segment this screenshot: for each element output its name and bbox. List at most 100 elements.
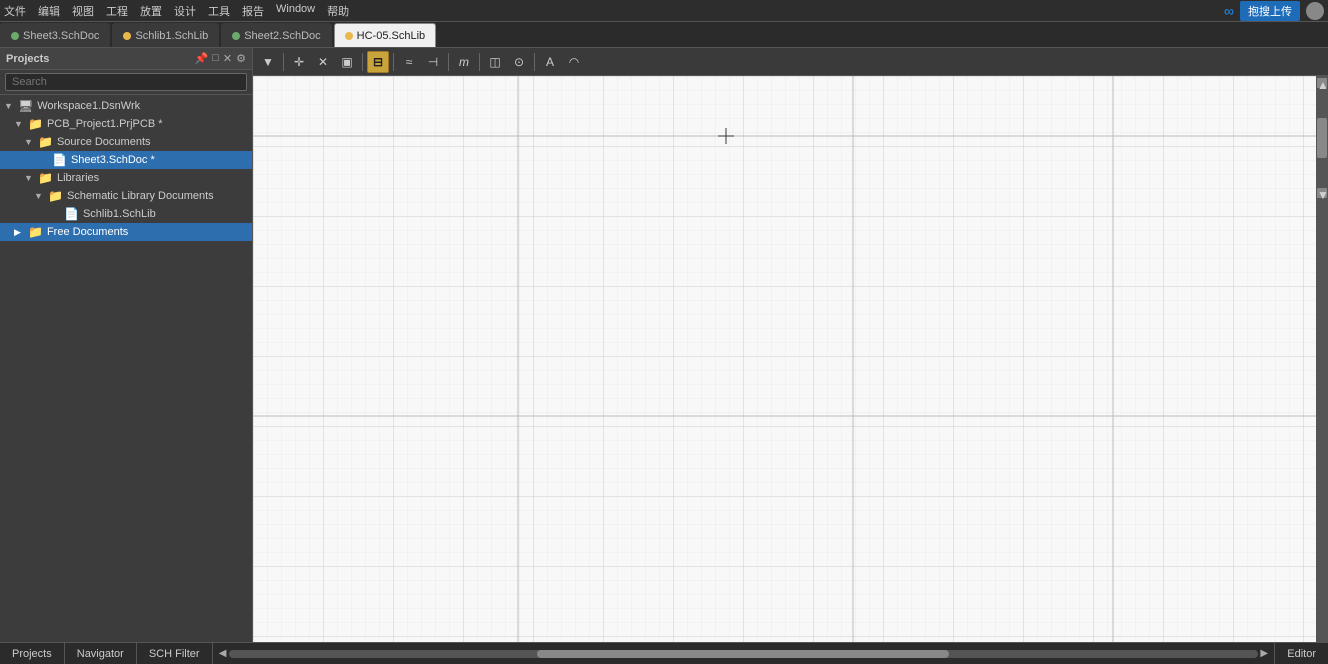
gear-icon[interactable]: ⚙ <box>236 52 246 65</box>
infinity-icon: ∞ <box>1224 3 1234 19</box>
text-button[interactable]: A <box>539 51 561 73</box>
tab-schlib1[interactable]: Schlib1.SchLib <box>112 23 219 47</box>
close-icon[interactable]: ✕ <box>223 52 232 65</box>
vertical-scrollbar[interactable]: ▲ ▼ <box>1316 76 1328 642</box>
filter-button[interactable]: ▼ <box>257 51 279 73</box>
menu-help[interactable]: 帮助 <box>327 3 349 19</box>
remove-button[interactable]: ✕ <box>312 51 334 73</box>
power-button[interactable]: m <box>453 51 475 73</box>
bottom-tab-navigator[interactable]: Navigator <box>65 643 137 664</box>
h-scrollbar-container: ◀ ▶ <box>213 643 1275 664</box>
tab-dot-schlib1 <box>123 32 131 40</box>
add-button[interactable]: ✛ <box>288 51 310 73</box>
bottom-area: Projects Navigator SCH Filter ◀ ▶ Editor <box>0 642 1328 664</box>
tab-label-sheet2: Sheet2.SchDoc <box>244 30 320 42</box>
pin-icon[interactable]: 📌 <box>195 52 209 65</box>
tab-sheet2[interactable]: Sheet2.SchDoc <box>221 23 331 47</box>
upload-button[interactable]: 抱搜上传 <box>1240 1 1300 21</box>
tab-label-sheet3: Sheet3.SchDoc <box>23 30 99 42</box>
h-scroll-right[interactable]: ▶ <box>1258 648 1270 660</box>
expand-icon[interactable]: □ <box>212 52 219 65</box>
tree-item-sheet3[interactable]: 📄 Sheet3.SchDoc * <box>0 151 252 169</box>
tree-item-schlib1[interactable]: 📄 Schlib1.SchLib <box>0 205 252 223</box>
wire-button[interactable]: ⊟ <box>367 51 389 73</box>
menu-items[interactable]: 文件 编辑 视图 工程 放置 设计 工具 报告 Window 帮助 <box>4 3 349 19</box>
no-erc-button[interactable]: ◫ <box>484 51 506 73</box>
schlib-docs-icon: 📁 <box>48 189 63 203</box>
menu-reports[interactable]: 报告 <box>242 3 264 19</box>
pcb-project-label: PCB_Project1.PrjPCB * <box>47 118 163 130</box>
schlib-docs-arrow: ▼ <box>34 191 44 201</box>
menu-view[interactable]: 视图 <box>72 3 94 19</box>
tree-item-workspace[interactable]: ▼ 🖥 Workspace1.DsnWrk <box>0 97 252 115</box>
canvas-row: ▲ ▼ <box>253 76 1328 642</box>
menu-window[interactable]: Window <box>276 3 315 19</box>
source-docs-label: Source Documents <box>57 136 151 148</box>
toolbar: ▼ ✛ ✕ ▣ ⊟ ≈ ⊣ m ◫ ⊙ A ◠ <box>253 48 1328 76</box>
tree-item-pcb-project[interactable]: ▼ 📁 PCB_Project1.PrjPCB * <box>0 115 252 133</box>
separator-6 <box>534 53 535 71</box>
schematic-canvas[interactable] <box>253 76 1316 642</box>
probe-button[interactable]: ⊙ <box>508 51 530 73</box>
tab-dot-hc05 <box>345 32 353 40</box>
main-layout: Projects 📌 □ ✕ ⚙ ▼ 🖥 Workspace1.DsnWrk ▼… <box>0 48 1328 642</box>
schlib1-label: Schlib1.SchLib <box>83 208 156 220</box>
menu-place[interactable]: 放置 <box>140 3 162 19</box>
workspace-arrow: ▼ <box>4 101 14 111</box>
menu-project[interactable]: 工程 <box>106 3 128 19</box>
menu-file[interactable]: 文件 <box>4 3 26 19</box>
tab-label-schlib1: Schlib1.SchLib <box>135 30 208 42</box>
avatar[interactable] <box>1306 2 1324 20</box>
component-button[interactable]: ▣ <box>336 51 358 73</box>
tree-item-libraries[interactable]: ▼ 📁 Libraries <box>0 169 252 187</box>
v-scroll-up[interactable]: ▲ <box>1317 78 1327 88</box>
separator-2 <box>362 53 363 71</box>
bottom-tab-sch-filter[interactable]: SCH Filter <box>137 643 213 664</box>
libraries-arrow: ▼ <box>24 173 34 183</box>
cursor-indicator <box>718 128 734 144</box>
search-input[interactable] <box>5 73 247 91</box>
tree-view: ▼ 🖥 Workspace1.DsnWrk ▼ 📁 PCB_Project1.P… <box>0 95 252 642</box>
tab-hc05[interactable]: HC-05.SchLib <box>334 23 436 47</box>
separator-5 <box>479 53 480 71</box>
tree-item-source-docs[interactable]: ▼ 📁 Source Documents <box>0 133 252 151</box>
panel-header-icons: 📌 □ ✕ ⚙ <box>195 52 246 65</box>
separator-4 <box>448 53 449 71</box>
h-scroll-thumb[interactable] <box>537 650 949 658</box>
bottom-tabs: Projects Navigator SCH Filter <box>0 643 213 664</box>
net-button[interactable]: ⊣ <box>422 51 444 73</box>
v-scroll-down[interactable]: ▼ <box>1317 188 1327 198</box>
workspace-label: Workspace1.DsnWrk <box>37 100 140 112</box>
free-docs-icon: 📁 <box>28 225 43 239</box>
tab-bar: Sheet3.SchDoc Schlib1.SchLib Sheet2.SchD… <box>0 22 1328 48</box>
tree-item-free-docs[interactable]: ▶ 📁 Free Documents <box>0 223 252 241</box>
v-scroll-thumb[interactable] <box>1317 118 1327 158</box>
search-bar <box>0 70 252 95</box>
bottom-tab-projects[interactable]: Projects <box>0 643 65 664</box>
horizontal-scrollbar[interactable] <box>229 650 1259 658</box>
schlib-docs-label: Schematic Library Documents <box>67 190 214 202</box>
menu-design[interactable]: 设计 <box>174 3 196 19</box>
editor-label: Editor <box>1274 643 1328 664</box>
separator-3 <box>393 53 394 71</box>
tree-item-schlib-docs[interactable]: ▼ 📁 Schematic Library Documents <box>0 187 252 205</box>
tab-dot-sheet2 <box>232 32 240 40</box>
source-docs-arrow: ▼ <box>24 137 34 147</box>
pcb-project-icon: 📁 <box>28 117 43 131</box>
panel-title: Projects <box>6 53 49 65</box>
menu-tools[interactable]: 工具 <box>208 3 230 19</box>
tab-dot-sheet3 <box>11 32 19 40</box>
panel-header: Projects 📌 □ ✕ ⚙ <box>0 48 252 70</box>
h-scroll-left[interactable]: ◀ <box>217 648 229 660</box>
left-panel: Projects 📌 □ ✕ ⚙ ▼ 🖥 Workspace1.DsnWrk ▼… <box>0 48 253 642</box>
grid-svg <box>253 76 1316 642</box>
canvas-area: ▼ ✛ ✕ ▣ ⊟ ≈ ⊣ m ◫ ⊙ A ◠ <box>253 48 1328 642</box>
menu-edit[interactable]: 编辑 <box>38 3 60 19</box>
sheet3-label: Sheet3.SchDoc * <box>71 154 155 166</box>
arc-button[interactable]: ◠ <box>563 51 585 73</box>
bus-button[interactable]: ≈ <box>398 51 420 73</box>
tab-label-hc05: HC-05.SchLib <box>357 30 425 42</box>
separator-1 <box>283 53 284 71</box>
tab-sheet3[interactable]: Sheet3.SchDoc <box>0 23 110 47</box>
top-bar-right: ∞ 抱搜上传 <box>1224 1 1324 21</box>
